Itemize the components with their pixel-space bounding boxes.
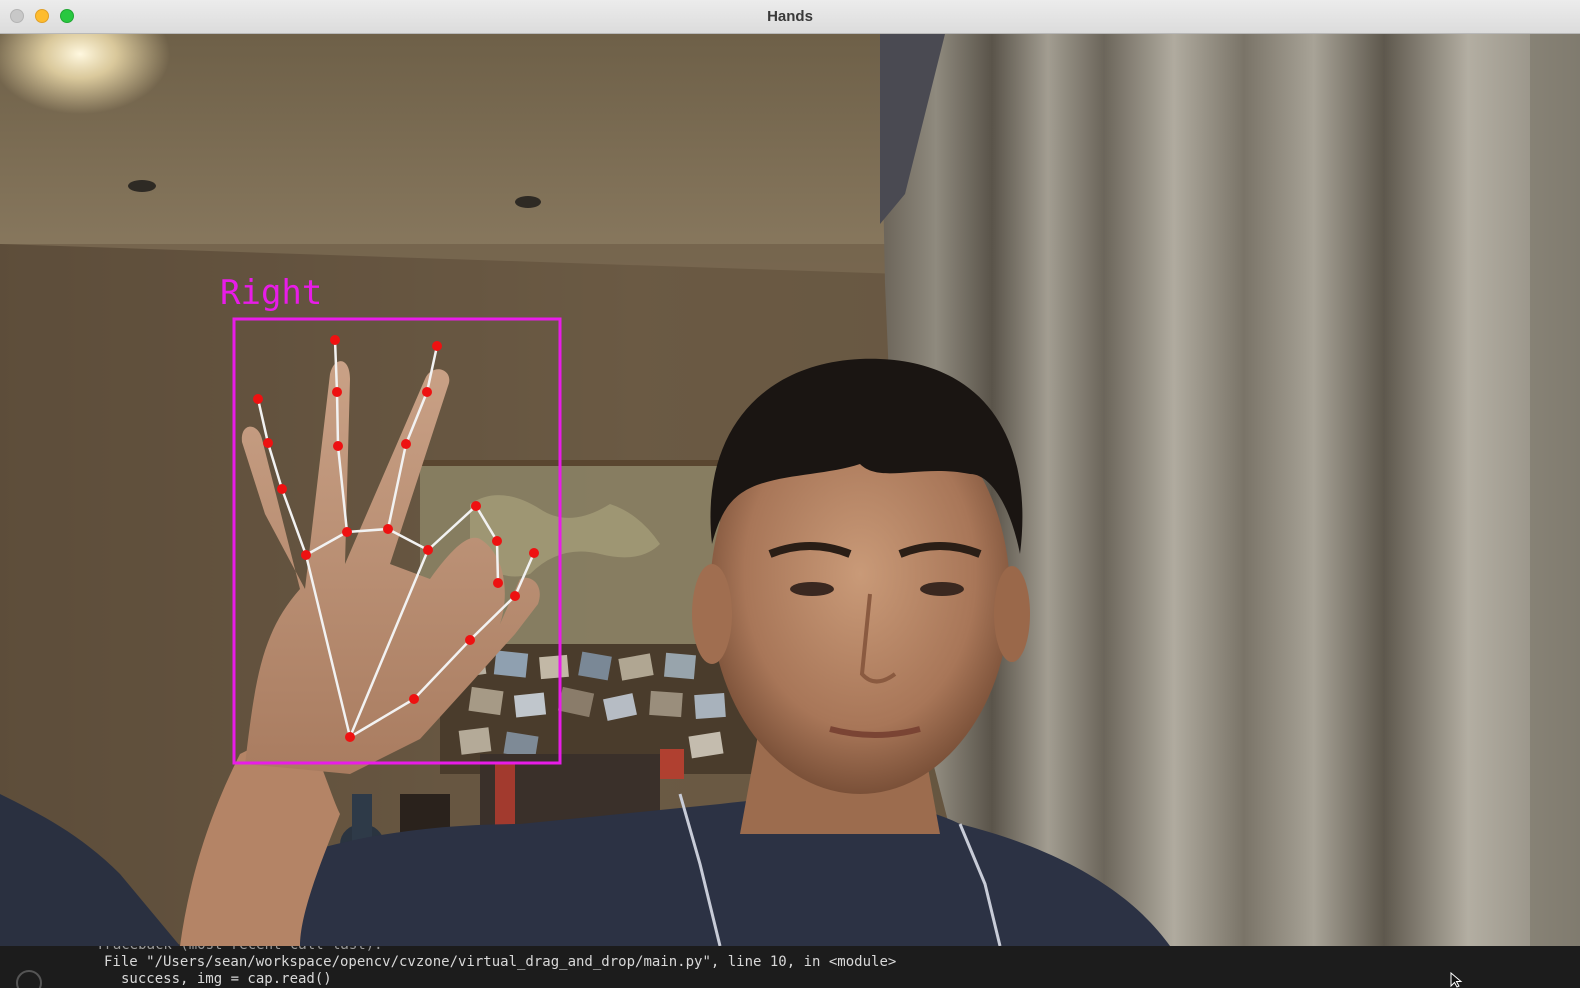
landmark-pinky-pip (277, 484, 287, 494)
hand-label: Right (220, 273, 322, 313)
landmark-middle-mcp (383, 524, 393, 534)
landmark-pinky-mcp (301, 550, 311, 560)
hands-window: Hands Right (0, 0, 1580, 946)
landmark-middle-dip (422, 387, 432, 397)
landmark-ring-dip (332, 387, 342, 397)
landmark-wrist (345, 732, 355, 742)
landmark-ring-pip (333, 441, 343, 451)
landmark-thumb-tip (529, 548, 539, 558)
landmark-index-dip (492, 536, 502, 546)
mouse-pointer-icon (1450, 972, 1463, 988)
title-bar[interactable]: Hands (0, 0, 1580, 34)
landmark-thumb-cmc (409, 694, 419, 704)
landmark-pinky-tip (253, 394, 263, 404)
terminal-output[interactable]: Traceback (most recent call last): File … (0, 946, 1580, 988)
landmark-index-pip (471, 501, 481, 511)
landmark-pinky-dip (263, 438, 273, 448)
landmark-ring-mcp (342, 527, 352, 537)
landmark-thumb-mcp (465, 635, 475, 645)
terminal-status-icon (16, 970, 42, 988)
camera-feed: Right (0, 34, 1580, 946)
window-title: Hands (767, 8, 813, 25)
landmark-middle-pip (401, 439, 411, 449)
landmark-ring-tip (330, 335, 340, 345)
terminal-line-file: File "/Users/sean/workspace/opencv/cvzon… (104, 954, 897, 970)
landmark-middle-tip (432, 341, 442, 351)
landmark-thumb-ip (510, 591, 520, 601)
terminal-line-code: success, img = cap.read() (121, 971, 332, 987)
camera-frame: Right (0, 34, 1580, 946)
terminal-line-traceback: Traceback (most recent call last): (96, 946, 383, 954)
landmark-index-tip (493, 578, 503, 588)
landmark-index-mcp (423, 545, 433, 555)
